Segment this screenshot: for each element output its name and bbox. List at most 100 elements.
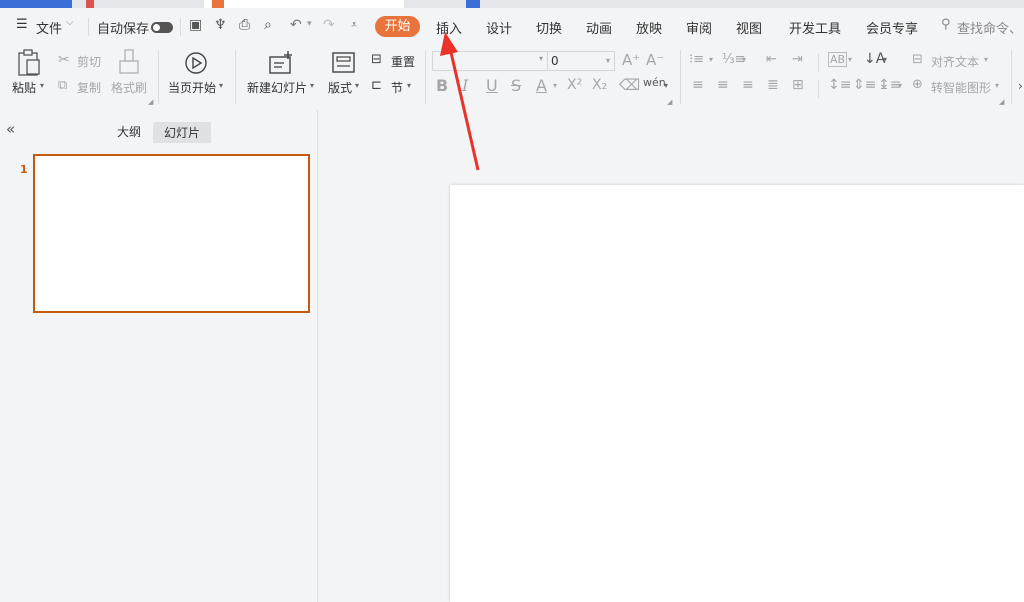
- align-center-icon[interactable]: ≡: [717, 77, 729, 93]
- text-direction-dropdown-icon[interactable]: ▾: [883, 55, 887, 64]
- print-preview-icon[interactable]: ⌕: [264, 17, 272, 33]
- cut-button[interactable]: 剪切: [77, 53, 101, 70]
- tab-outline[interactable]: 大纲: [117, 123, 141, 140]
- paste-button[interactable]: 粘贴: [12, 79, 36, 96]
- clipboard-expand-icon[interactable]: ◢: [148, 98, 153, 106]
- tab-transition[interactable]: 切换: [536, 18, 562, 37]
- copy-button[interactable]: 复制: [77, 79, 101, 96]
- autosave-toggle[interactable]: [151, 22, 173, 33]
- font-size-value: 0: [551, 54, 559, 68]
- strikethrough-icon[interactable]: S: [511, 76, 521, 95]
- copy-icon: ⧉: [58, 78, 68, 93]
- slide-thumbnail[interactable]: [33, 154, 310, 313]
- section-dropdown-icon[interactable]: ▾: [407, 81, 411, 90]
- decrease-indent-icon[interactable]: ⇤: [766, 52, 777, 67]
- section-icon: ⊏: [371, 78, 382, 93]
- new-slide-button[interactable]: 新建幻灯片: [247, 79, 307, 96]
- align-text-button[interactable]: 对齐文本: [931, 53, 979, 70]
- tab-developer[interactable]: 开发工具: [789, 18, 841, 37]
- text-box-dropdown-icon[interactable]: ▾: [848, 55, 852, 64]
- hamburger-icon[interactable]: ☰: [16, 17, 28, 32]
- align-text-icon: ⊟: [912, 52, 923, 67]
- clear-format-icon[interactable]: ⌫: [619, 76, 640, 94]
- menu-bar: ☰ 文件 ⌵ 自动保存 ▣ ♆ ⎙ ⌕ ↶ ▾ ↷ ⩡ 开始 插入 设计 切换 …: [0, 8, 1024, 46]
- font-expand-icon[interactable]: ◢: [667, 98, 672, 106]
- tab-design[interactable]: 设计: [486, 18, 512, 37]
- reset-button[interactable]: 重置: [391, 53, 415, 70]
- distribute-icon[interactable]: ⊞: [792, 77, 804, 93]
- layout-button[interactable]: 版式: [328, 79, 352, 96]
- align-left-icon[interactable]: ≡: [692, 77, 704, 93]
- phonetic-dropdown-icon[interactable]: ▾: [664, 81, 668, 90]
- annotation-arrow-icon: [440, 32, 480, 171]
- smart-art-icon: ⊕: [912, 77, 923, 92]
- tab-slideshow[interactable]: 放映: [636, 18, 662, 37]
- paste-icon[interactable]: [16, 49, 42, 77]
- superscript-icon[interactable]: X²: [567, 77, 582, 93]
- autosave-label: 自动保存: [97, 22, 150, 37]
- format-painter-icon: [119, 49, 139, 74]
- font-size-dropdown-icon[interactable]: ▾: [606, 52, 610, 70]
- window-tab-3-icon: [212, 0, 224, 8]
- customize-toolbar-icon[interactable]: ⩡: [351, 18, 357, 32]
- line-spacing-icon[interactable]: ↕≡: [828, 77, 851, 93]
- slide-panel: « 大纲 幻灯片 1: [0, 110, 318, 602]
- numbered-dropdown-icon[interactable]: ▾: [742, 55, 746, 64]
- tab-animation[interactable]: 动画: [586, 18, 612, 37]
- search-icon: ⚲: [941, 17, 951, 32]
- chevron-down-icon[interactable]: ⌵: [66, 17, 74, 28]
- layout-dropdown-icon[interactable]: ▾: [355, 81, 359, 90]
- tab-view[interactable]: 视图: [736, 18, 762, 37]
- print-icon[interactable]: ⎙: [239, 17, 250, 33]
- new-slide-icon: [269, 51, 292, 74]
- smart-art-dropdown-icon[interactable]: ▾: [995, 81, 999, 90]
- subscript-icon[interactable]: X₂: [592, 77, 607, 93]
- align-right-icon[interactable]: ≡: [742, 77, 754, 93]
- window-tab-3[interactable]: [204, 0, 404, 8]
- play-icon: [185, 52, 207, 74]
- new-slide-dropdown-icon[interactable]: ▾: [310, 81, 314, 90]
- font-name-dropdown-icon[interactable]: ▾: [539, 54, 543, 63]
- underline-icon[interactable]: U: [486, 76, 498, 95]
- window-tab-2[interactable]: [86, 0, 94, 8]
- tab-member[interactable]: 会员专享: [866, 18, 918, 37]
- save-icon[interactable]: ▣: [189, 17, 202, 33]
- undo-icon[interactable]: ↶: [290, 17, 302, 33]
- font-color-icon[interactable]: A: [536, 76, 547, 95]
- play-from-current-button[interactable]: 当页开始: [168, 79, 216, 96]
- paragraph-spacing-icon[interactable]: ⇕≡: [853, 77, 876, 93]
- play-dropdown-icon[interactable]: ▾: [219, 81, 223, 90]
- bullet-list-icon[interactable]: ⁝≡: [689, 52, 704, 67]
- section-button[interactable]: 节: [391, 79, 403, 96]
- text-box-icon[interactable]: AB: [828, 52, 848, 67]
- file-menu[interactable]: 文件: [36, 18, 62, 37]
- align-text-dropdown-icon[interactable]: ▾: [984, 55, 988, 64]
- redo-icon[interactable]: ↷: [323, 17, 335, 33]
- increase-indent-icon[interactable]: ⇥: [792, 52, 803, 67]
- paste-dropdown-icon[interactable]: ▾: [40, 81, 44, 90]
- format-painter-button[interactable]: 格式刷: [111, 79, 147, 96]
- spacing-dropdown-icon[interactable]: ▾: [898, 81, 902, 90]
- slide-canvas[interactable]: [450, 185, 1024, 602]
- paragraph-expand-icon[interactable]: ◢: [999, 98, 1004, 106]
- more-ribbon-icon[interactable]: ›: [1018, 79, 1023, 93]
- tab-review[interactable]: 审阅: [686, 18, 712, 37]
- search-input[interactable]: 查找命令、: [957, 18, 1022, 37]
- layout-icon: [332, 52, 355, 73]
- shrink-font-icon[interactable]: A⁻: [646, 51, 664, 69]
- font-size-select[interactable]: 0 ▾: [547, 51, 615, 71]
- justify-icon[interactable]: ≣: [767, 77, 779, 93]
- font-color-dropdown-icon[interactable]: ▾: [553, 81, 557, 90]
- collapse-panel-icon[interactable]: «: [6, 120, 15, 138]
- undo-dropdown-icon[interactable]: ▾: [307, 19, 312, 29]
- bullet-dropdown-icon[interactable]: ▾: [709, 55, 713, 64]
- phonetic-guide-icon[interactable]: wén: [643, 76, 666, 89]
- window-tab-strip: [0, 0, 1024, 8]
- tab-home[interactable]: 开始: [375, 16, 420, 37]
- reset-icon: ⊟: [371, 52, 382, 67]
- format-brush-icon[interactable]: ♆: [214, 17, 227, 33]
- window-tab-active[interactable]: [0, 0, 72, 8]
- smart-art-button[interactable]: 转智能图形: [931, 79, 991, 96]
- tab-slides[interactable]: 幻灯片: [153, 122, 212, 143]
- grow-font-icon[interactable]: A⁺: [622, 51, 640, 69]
